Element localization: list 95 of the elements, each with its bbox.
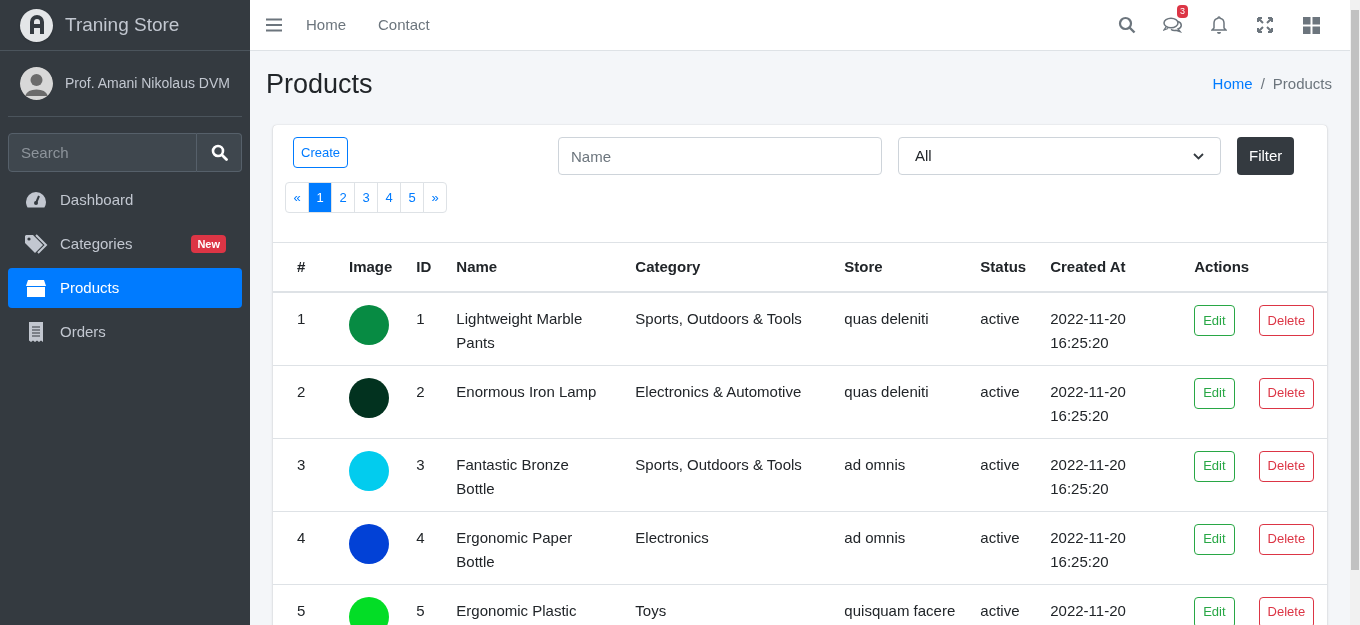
- search-icon: [210, 144, 228, 161]
- breadcrumb-separator: /: [1260, 73, 1265, 94]
- messages-button[interactable]: 3: [1150, 5, 1196, 45]
- table-cell: 3: [392, 438, 433, 511]
- table-cell: quas deleniti: [820, 365, 957, 438]
- table-cell: 2: [273, 365, 325, 438]
- table-cell: 4: [273, 511, 325, 584]
- table-cell: 2022-11-20: [1026, 584, 1171, 625]
- grid-icon: [1302, 16, 1320, 34]
- breadcrumb-current: Products: [1272, 73, 1332, 94]
- filter-button[interactable]: Filter: [1237, 137, 1295, 175]
- table-cell: Fantastic Bronze Bottle: [432, 438, 612, 511]
- table-cell: 5: [392, 584, 433, 625]
- table-cell: Enormous Iron Lamp: [432, 365, 612, 438]
- table-cell: quisquam facere: [820, 584, 957, 625]
- sidebar-item[interactable]: Dashboard: [8, 180, 242, 220]
- table-cell: ad omnis: [820, 511, 957, 584]
- table-cell: active: [956, 511, 1027, 584]
- column-header: Name: [432, 243, 612, 292]
- delete-button[interactable]: Delete: [1258, 523, 1315, 555]
- table-cell: 1: [392, 292, 433, 365]
- table-cell: 4: [392, 511, 433, 584]
- name-field[interactable]: Name: [558, 137, 882, 175]
- sidebar-item[interactable]: Orders: [8, 312, 242, 352]
- table-cell: Electronics & Automotive: [611, 365, 821, 438]
- table-cell: active: [956, 438, 1027, 511]
- search-icon: [1118, 16, 1136, 34]
- page-link[interactable]: »: [423, 182, 447, 213]
- status-select[interactable]: All: [898, 137, 1221, 175]
- table-cell: Sports, Outdoors & Tools: [611, 438, 821, 511]
- table-cell: 3: [273, 438, 325, 511]
- column-header: Store: [820, 243, 957, 292]
- table-cell: 2022-11-20 16:25:20: [1026, 511, 1171, 584]
- edit-button[interactable]: Edit: [1194, 523, 1235, 555]
- delete-button[interactable]: Delete: [1258, 377, 1315, 409]
- delete-button[interactable]: Delete: [1258, 450, 1315, 482]
- column-header: Status: [956, 243, 1027, 292]
- page-link[interactable]: 2: [331, 182, 355, 213]
- chat-icon: [1163, 17, 1183, 33]
- column-header: Image: [325, 243, 393, 292]
- page-title: Products: [266, 67, 373, 101]
- edit-button[interactable]: Edit: [1194, 450, 1235, 482]
- search-field[interactable]: Search: [8, 133, 197, 172]
- table-cell: Ergonomic Paper Bottle: [432, 511, 612, 584]
- avatar-icon: [20, 67, 53, 100]
- logo-icon: [20, 8, 53, 42]
- column-header: Actions: [1170, 243, 1327, 292]
- nav-link[interactable]: Home: [306, 13, 346, 37]
- table-cell: ad omnis: [820, 438, 957, 511]
- column-header: #: [273, 243, 325, 292]
- table-cell: quas deleniti: [820, 292, 957, 365]
- bell-icon: [1211, 16, 1227, 34]
- breadcrumb-link[interactable]: Home: [1212, 72, 1253, 96]
- box-icon: [24, 279, 48, 297]
- count-badge: 3: [1177, 5, 1188, 18]
- nav-link[interactable]: Contact: [378, 13, 430, 37]
- gauge-icon: [24, 190, 48, 210]
- column-header: ID: [392, 243, 433, 292]
- chevron-icon: [1193, 152, 1204, 160]
- table-cell: active: [956, 584, 1027, 625]
- page-link[interactable]: 4: [377, 182, 401, 213]
- page-link[interactable]: «: [285, 182, 309, 213]
- column-header: Category: [611, 243, 821, 292]
- sidebar-item[interactable]: Categories New: [8, 224, 242, 264]
- edit-button[interactable]: Edit: [1194, 305, 1235, 336]
- table-cell: Ergonomic Plastic: [432, 584, 612, 625]
- table-cell: active: [956, 365, 1027, 438]
- table-cell: active: [956, 292, 1027, 365]
- user-name[interactable]: Prof. Amani Nikolaus DVM: [65, 73, 230, 94]
- table-cell: Electronics: [611, 511, 821, 584]
- edit-button[interactable]: Edit: [1194, 596, 1235, 625]
- column-header: Created At: [1026, 243, 1171, 292]
- table-cell: 2022-11-20 16:25:20: [1026, 292, 1171, 365]
- menu-button[interactable]: [266, 18, 282, 32]
- brand-name[interactable]: Traning Store: [65, 10, 180, 40]
- delete-button[interactable]: Delete: [1258, 305, 1315, 336]
- expand-icon: [1257, 17, 1273, 33]
- new-badge: New: [191, 234, 226, 254]
- delete-button[interactable]: Delete: [1258, 596, 1315, 625]
- table-cell: Sports, Outdoors & Tools: [611, 292, 821, 365]
- table-cell: 1: [273, 292, 325, 365]
- create-button[interactable]: Create: [293, 137, 349, 168]
- table-cell: 2: [392, 365, 433, 438]
- page-link[interactable]: 1: [308, 182, 332, 213]
- table-cell: 2022-11-20 16:25:20: [1026, 438, 1171, 511]
- table-cell: Lightweight Marble Pants: [432, 292, 612, 365]
- tags-icon: [24, 234, 48, 254]
- sidebar-item[interactable]: Products: [8, 268, 242, 308]
- page-link[interactable]: 3: [354, 182, 378, 213]
- page-link[interactable]: 5: [400, 182, 424, 213]
- edit-button[interactable]: Edit: [1194, 377, 1235, 409]
- table-cell: 5: [273, 584, 325, 625]
- search-button[interactable]: [197, 133, 242, 172]
- table-cell: 2022-11-20 16:25:20: [1026, 365, 1171, 438]
- table-cell: Toys: [611, 584, 821, 625]
